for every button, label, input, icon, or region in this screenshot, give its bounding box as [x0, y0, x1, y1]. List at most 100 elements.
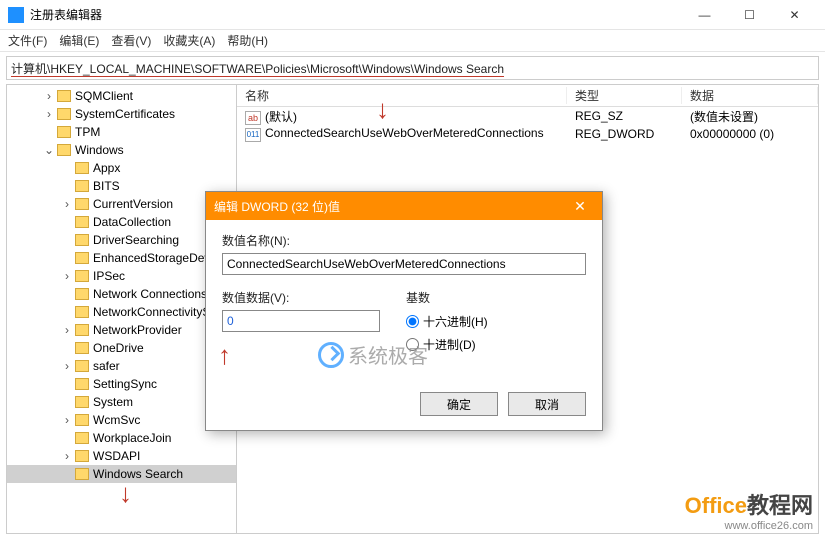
folder-icon	[75, 252, 89, 264]
folder-icon	[75, 414, 89, 426]
expander-icon[interactable]: ⌄	[43, 143, 55, 157]
expander-icon[interactable]: ›	[61, 269, 73, 283]
value-name-input[interactable]	[222, 253, 586, 275]
tree-item[interactable]: Appx	[7, 159, 236, 177]
radio-hex-input[interactable]	[406, 315, 419, 328]
tree-item-label: WSDAPI	[93, 449, 140, 463]
col-header-name[interactable]: 名称	[237, 87, 567, 104]
minimize-button[interactable]: —	[682, 1, 727, 29]
base-label: 基数	[406, 289, 488, 306]
tree-item[interactable]: OneDrive	[7, 339, 236, 357]
expander-icon[interactable]: ›	[61, 449, 73, 463]
dialog-body: 数值名称(N): 数值数据(V): 基数 十六进制(H) 十进制(D) 确定 取…	[206, 220, 602, 430]
tree-item-label: SQMClient	[75, 89, 133, 103]
tree-item-label: Windows Search	[93, 467, 183, 481]
list-row[interactable]: ab(默认)REG_SZ(数值未设置)	[237, 107, 818, 125]
tree-item[interactable]: Network Connections	[7, 285, 236, 303]
tree-item[interactable]: SettingSync	[7, 375, 236, 393]
folder-icon	[75, 180, 89, 192]
dialog-close-button[interactable]: ✕	[566, 198, 594, 215]
address-bar[interactable]: 计算机\HKEY_LOCAL_MACHINE\SOFTWARE\Policies…	[6, 56, 819, 80]
value-data-label: 数值数据(V):	[222, 289, 382, 306]
tree-item[interactable]: DataCollection	[7, 213, 236, 231]
folder-icon	[75, 450, 89, 462]
folder-icon	[75, 216, 89, 228]
tree-item[interactable]: NetworkConnectivitySta	[7, 303, 236, 321]
folder-icon	[75, 162, 89, 174]
expander-icon[interactable]: ›	[61, 323, 73, 337]
folder-icon	[75, 360, 89, 372]
folder-icon	[75, 432, 89, 444]
tree-item[interactable]: BITS	[7, 177, 236, 195]
edit-dword-dialog: 编辑 DWORD (32 位)值 ✕ 数值名称(N): 数值数据(V): 基数 …	[205, 191, 603, 431]
tree-item-label: IPSec	[93, 269, 125, 283]
expander-icon[interactable]: ›	[61, 359, 73, 373]
maximize-button[interactable]: ☐	[727, 1, 772, 29]
value-name-label: 数值名称(N):	[222, 232, 586, 249]
folder-icon	[75, 234, 89, 246]
tree-item[interactable]: Windows Search	[7, 465, 236, 483]
folder-icon	[75, 468, 89, 480]
col-header-type[interactable]: 类型	[567, 87, 682, 104]
tree-item[interactable]: EnhancedStorageDevice	[7, 249, 236, 267]
tree-item[interactable]: › SQMClient	[7, 87, 236, 105]
dialog-title: 编辑 DWORD (32 位)值	[214, 198, 566, 215]
folder-icon	[75, 198, 89, 210]
tree-item-label: NetworkConnectivitySta	[93, 305, 220, 319]
ok-button[interactable]: 确定	[420, 392, 498, 416]
window-title: 注册表编辑器	[30, 6, 682, 23]
expander-icon[interactable]: ›	[43, 107, 55, 121]
window-controls: — ☐ ✕	[682, 1, 817, 29]
folder-icon	[57, 108, 71, 120]
tree-item[interactable]: › IPSec	[7, 267, 236, 285]
folder-icon	[75, 378, 89, 390]
tree-item-label: WcmSvc	[93, 413, 140, 427]
list-row[interactable]: 011ConnectedSearchUseWebOverMeteredConne…	[237, 125, 818, 143]
cancel-button[interactable]: 取消	[508, 392, 586, 416]
tree-item-label: SettingSync	[93, 377, 157, 391]
tree-item[interactable]: ›safer	[7, 357, 236, 375]
menu-favorites[interactable]: 收藏夹(A)	[163, 32, 215, 49]
watermark-center: 系统极客	[318, 340, 428, 369]
folder-icon	[57, 126, 71, 138]
tree-item[interactable]: WorkplaceJoin	[7, 429, 236, 447]
value-type-icon: 011	[245, 128, 261, 142]
value-data-input[interactable]	[222, 310, 380, 332]
tree-item-label: NetworkProvider	[93, 323, 182, 337]
cell-name: ab(默认)	[237, 108, 567, 125]
col-header-data[interactable]: 数据	[682, 87, 818, 104]
close-button[interactable]: ✕	[772, 1, 817, 29]
title-bar: 注册表编辑器 — ☐ ✕	[0, 0, 825, 30]
expander-icon[interactable]: ›	[61, 197, 73, 211]
tree-item[interactable]: TPM	[7, 123, 236, 141]
dialog-titlebar[interactable]: 编辑 DWORD (32 位)值 ✕	[206, 192, 602, 220]
tree-panel[interactable]: ›SQMClient›SystemCertificatesTPM⌄Windows…	[7, 85, 237, 533]
cell-name: 011ConnectedSearchUseWebOverMeteredConne…	[237, 126, 567, 142]
tree-item-label: CurrentVersion	[93, 197, 173, 211]
menu-view[interactable]: 查看(V)	[111, 32, 151, 49]
radio-hex[interactable]: 十六进制(H)	[406, 313, 488, 330]
tree-item[interactable]: › SystemCertificates	[7, 105, 236, 123]
tree-item[interactable]: › WcmSvc	[7, 411, 236, 429]
tree-item[interactable]: DriverSearching	[7, 231, 236, 249]
folder-icon	[75, 342, 89, 354]
cell-data: 0x00000000 (0)	[682, 127, 818, 141]
tree-item[interactable]: ⌄Windows	[7, 141, 236, 159]
tree-item-label: SystemCertificates	[75, 107, 175, 121]
tree-item[interactable]: › WSDAPI	[7, 447, 236, 465]
tree-item[interactable]: › CurrentVersion	[7, 195, 236, 213]
expander-icon[interactable]: ›	[61, 413, 73, 427]
tree-item[interactable]: System	[7, 393, 236, 411]
folder-icon	[75, 306, 89, 318]
watermark-logo-icon	[318, 342, 344, 368]
tree-item[interactable]: › NetworkProvider	[7, 321, 236, 339]
folder-icon	[57, 144, 71, 156]
menu-file[interactable]: 文件(F)	[8, 32, 47, 49]
cell-type: REG_SZ	[567, 109, 682, 123]
menu-help[interactable]: 帮助(H)	[227, 32, 268, 49]
tree-item-label: OneDrive	[93, 341, 144, 355]
expander-icon[interactable]: ›	[43, 89, 55, 103]
menu-edit[interactable]: 编辑(E)	[59, 32, 99, 49]
tree-item-label: Appx	[93, 161, 120, 175]
watermark-corner: Office教程网 www.office26.com	[685, 488, 813, 532]
